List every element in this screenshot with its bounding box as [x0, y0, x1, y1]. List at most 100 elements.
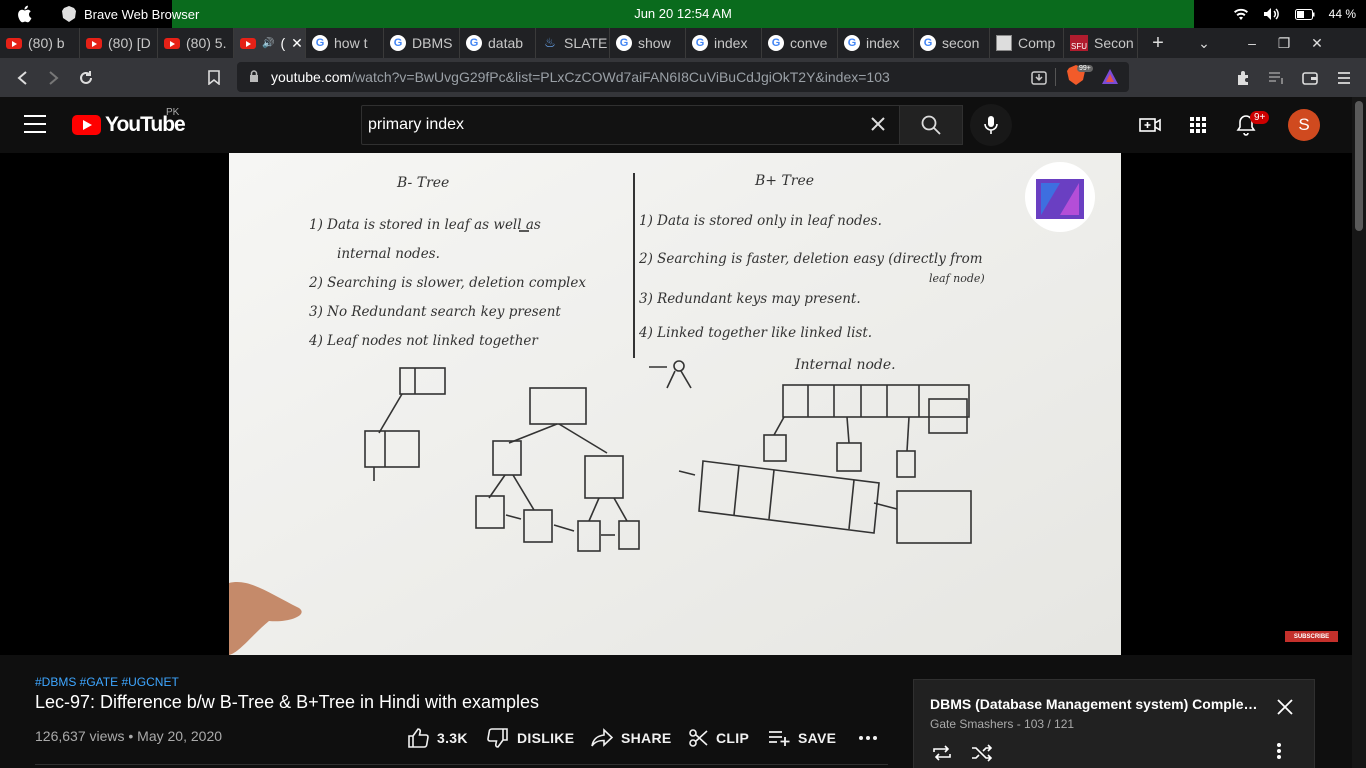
share-button[interactable]: SHARE	[591, 726, 672, 750]
tab-label: (	[280, 35, 286, 51]
browser-tab[interactable]: SFU Secon	[1064, 28, 1138, 58]
scrollbar-thumb[interactable]	[1355, 101, 1363, 231]
page-scrollbar[interactable]	[1352, 97, 1366, 768]
hamburger-icon	[1338, 71, 1350, 84]
close-window-button[interactable]: ✕	[1300, 28, 1334, 58]
wifi-icon	[1233, 8, 1248, 20]
download-page-icon[interactable]	[1031, 69, 1047, 85]
youtube-icon	[6, 37, 22, 49]
browser-tab[interactable]: 🔊 ( ✕	[234, 28, 306, 58]
browser-tab[interactable]: Gshow	[610, 28, 686, 58]
loop-playlist-button[interactable]	[929, 740, 955, 766]
subscribe-watermark[interactable]: SUBSCRIBE	[1285, 631, 1338, 642]
left-heading: B- Tree	[397, 175, 450, 191]
browser-tab[interactable]: ♨ SLATE	[536, 28, 610, 58]
reload-icon	[80, 70, 92, 84]
bookmark-button[interactable]	[198, 62, 230, 94]
loop-icon	[933, 745, 951, 761]
tab-label: Secon	[1094, 35, 1134, 51]
search-input[interactable]	[362, 116, 852, 134]
wallet-icon	[1302, 71, 1318, 85]
voice-search-button[interactable]	[970, 104, 1012, 146]
browser-tab[interactable]: Gsecon	[914, 28, 990, 58]
playlist-menu-button[interactable]	[1276, 742, 1296, 764]
brave-rewards-icon[interactable]	[1101, 68, 1119, 85]
avatar[interactable]: S	[1288, 109, 1320, 141]
search-icon	[921, 115, 941, 135]
wallet-button[interactable]	[1294, 62, 1326, 94]
tab-label: datab	[488, 35, 524, 51]
left-point: 2) Searching is slower, deletion complex	[309, 275, 586, 291]
slate-icon: ♨	[544, 35, 556, 50]
tab-label: DBMS	[412, 35, 453, 51]
guide-menu-button[interactable]	[24, 115, 46, 133]
shuffle-icon	[972, 744, 993, 762]
apple-icon[interactable]	[0, 0, 48, 28]
youtube-icon	[240, 37, 256, 49]
chevron-down-icon: ⌄	[1198, 34, 1210, 51]
os-top-bar: Brave Web Browser Jun 20 12:54 AM 44 %	[0, 0, 1366, 28]
more-actions-button[interactable]	[858, 726, 878, 750]
region-code: PK	[166, 107, 180, 118]
new-tab-button[interactable]: +	[1144, 28, 1172, 58]
right-heading: B+ Tree	[755, 173, 815, 189]
forward-button[interactable]	[38, 62, 70, 94]
minimize-button[interactable]: –	[1236, 28, 1268, 58]
reload-button[interactable]	[70, 62, 102, 94]
clear-search-icon[interactable]	[867, 114, 889, 136]
brave-shields-button[interactable]: 99+	[1067, 65, 1095, 89]
browser-tab[interactable]: Gdatab	[460, 28, 536, 58]
browser-tab[interactable]: (80) [D	[80, 28, 158, 58]
os-status-area[interactable]: 44 %	[1233, 0, 1356, 28]
video-hashtags[interactable]: #DBMS #GATE #UGCNET	[35, 675, 179, 689]
youtube-header: YouTube PK 9+ S	[0, 97, 1366, 153]
sfu-icon: SFU	[1070, 35, 1088, 51]
youtube-icon	[86, 37, 102, 49]
save-label: SAVE	[798, 730, 837, 746]
shuffle-playlist-button[interactable]	[969, 740, 995, 766]
right-point: 4) Linked together like linked list.	[639, 325, 873, 341]
search-button[interactable]	[899, 105, 963, 145]
back-button[interactable]	[6, 62, 38, 94]
browser-tab[interactable]: Gindex	[686, 28, 762, 58]
address-bar[interactable]: youtube.com/watch?v=BwUvgG29fPc&list=PLx…	[237, 62, 1129, 92]
tab-strip: (80) b (80) [D (80) 5. 🔊(✕ Ghow t G DBMS Gdatab…	[0, 28, 1366, 58]
internal-node-label: Internal node.	[795, 357, 896, 373]
battery-level: 44 %	[1328, 7, 1356, 21]
browser-tab[interactable]: Ghow t	[306, 28, 384, 58]
browser-menu-button[interactable]	[1328, 62, 1360, 94]
notification-badge: 9+	[1250, 111, 1270, 124]
dislike-button[interactable]: DISLIKE	[487, 726, 574, 750]
video-frame[interactable]: B- Tree B+ Tree 1) Data is stored in lea…	[229, 153, 1121, 655]
browser-tab[interactable]: Gindex	[838, 28, 914, 58]
browser-tab[interactable]: (80) b	[0, 28, 80, 58]
playlist-button[interactable]	[1260, 62, 1292, 94]
tab-label: SLATE	[564, 35, 608, 51]
video-player[interactable]: B- Tree B+ Tree 1) Data is stored in lea…	[0, 153, 1352, 655]
video-title: Lec-97: Difference b/w B-Tree & B+Tree i…	[35, 692, 540, 712]
browser-tab[interactable]: Comp	[990, 28, 1064, 58]
tab-search-button[interactable]: ⌄	[1172, 28, 1236, 58]
extensions-button[interactable]	[1228, 62, 1260, 94]
puzzle-icon	[1238, 70, 1248, 85]
clip-button[interactable]: CLIP	[688, 726, 749, 750]
close-playlist-button[interactable]	[1276, 698, 1296, 718]
apps-button[interactable]	[1184, 111, 1212, 139]
audio-playing-icon[interactable]: 🔊	[262, 38, 274, 49]
save-button[interactable]: SAVE	[768, 726, 836, 750]
close-tab-icon[interactable]: ✕	[291, 35, 303, 52]
active-app[interactable]: Brave Web Browser	[62, 0, 199, 28]
create-button[interactable]	[1136, 111, 1164, 139]
back-icon	[17, 70, 27, 85]
os-highlight-bar	[172, 0, 1194, 28]
tab-label: show	[638, 35, 671, 51]
right-points: 1) Data is stored only in leaf nodes. 2)…	[639, 208, 1019, 346]
browser-tab[interactable]: (80) 5.	[158, 28, 234, 58]
playlist-title[interactable]: DBMS (Database Management system) Comple…	[930, 696, 1260, 712]
more-horizontal-icon	[859, 736, 877, 740]
browser-tab[interactable]: G DBMS	[384, 28, 460, 58]
browser-tab[interactable]: Gconve	[762, 28, 838, 58]
maximize-button[interactable]: ❐	[1268, 28, 1300, 58]
tab-label: conve	[790, 35, 828, 51]
like-button[interactable]: 3.3K	[407, 726, 468, 750]
